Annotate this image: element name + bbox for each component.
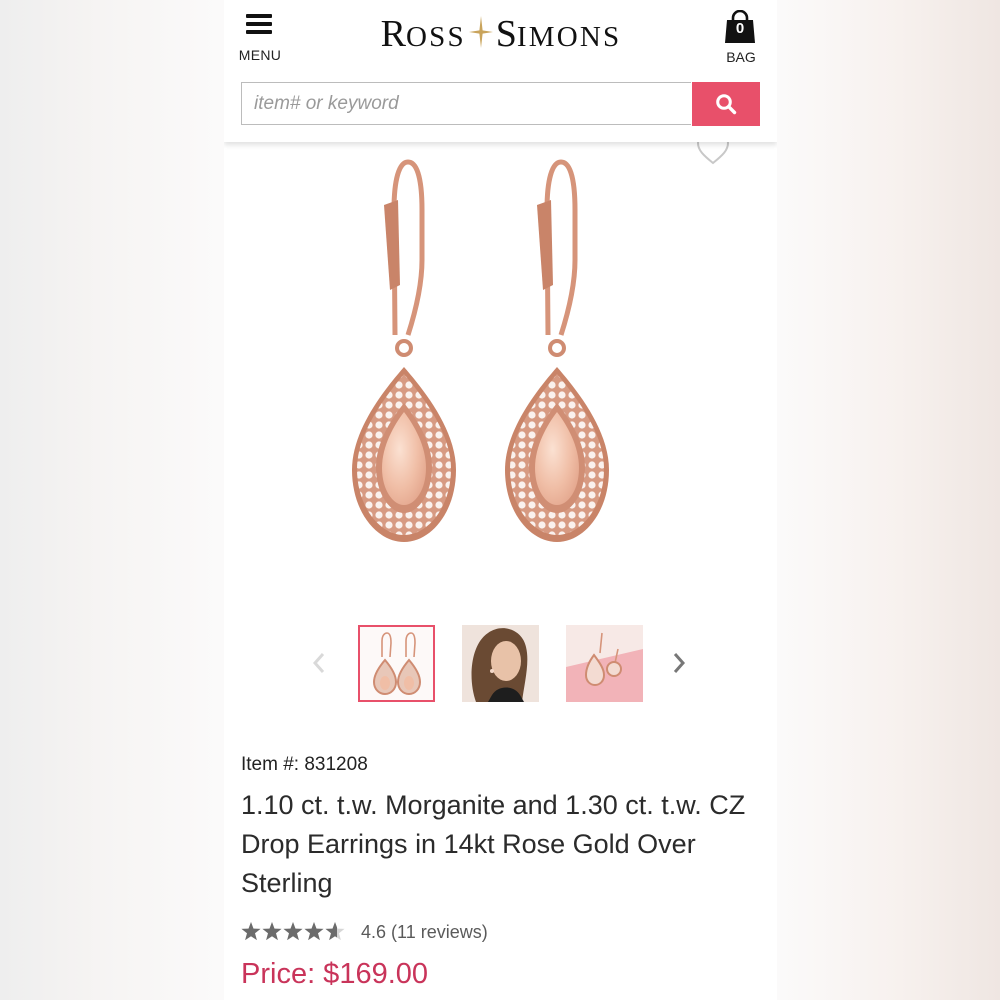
item-number: Item #: 831208 [241, 754, 368, 775]
product-price: Price: $169.00 [241, 958, 429, 990]
chevron-right-icon[interactable] [668, 648, 690, 678]
star-icon-filled [262, 922, 282, 941]
thumbnail-model[interactable] [462, 625, 539, 702]
thumbnail-earrings[interactable] [358, 625, 435, 702]
search-input[interactable] [241, 82, 691, 125]
menu-label: MENU [238, 47, 282, 63]
bag-button[interactable]: 0 BAG [718, 10, 764, 66]
bag-count: 0 [735, 20, 745, 37]
logo-star-icon [468, 16, 493, 48]
site-header: MENU ROSS SIMONS 0 BAG [224, 0, 777, 142]
bag-label: BAG [726, 49, 756, 65]
star-icon-filled [241, 922, 261, 941]
star-rating [241, 922, 345, 941]
menu-icon [246, 14, 274, 36]
star-icon-filled [304, 922, 324, 941]
chevron-left-icon[interactable] [308, 648, 330, 678]
search-icon [716, 94, 737, 115]
product-main-image[interactable] [324, 150, 684, 570]
search-button[interactable] [692, 82, 760, 126]
reviews-link[interactable]: 4.6 (11 reviews) [361, 922, 488, 943]
menu-button[interactable]: MENU [234, 12, 288, 64]
product-title: 1.10 ct. t.w. Morganite and 1.30 ct. t.w… [241, 790, 746, 898]
star-icon-filled [283, 922, 303, 941]
thumbnail-pink-background[interactable] [566, 625, 643, 702]
mobile-page: MENU ROSS SIMONS 0 BAG item# or keyword … [224, 0, 777, 1000]
ross-simons-logo[interactable]: ROSS SIMONS [336, 12, 666, 55]
